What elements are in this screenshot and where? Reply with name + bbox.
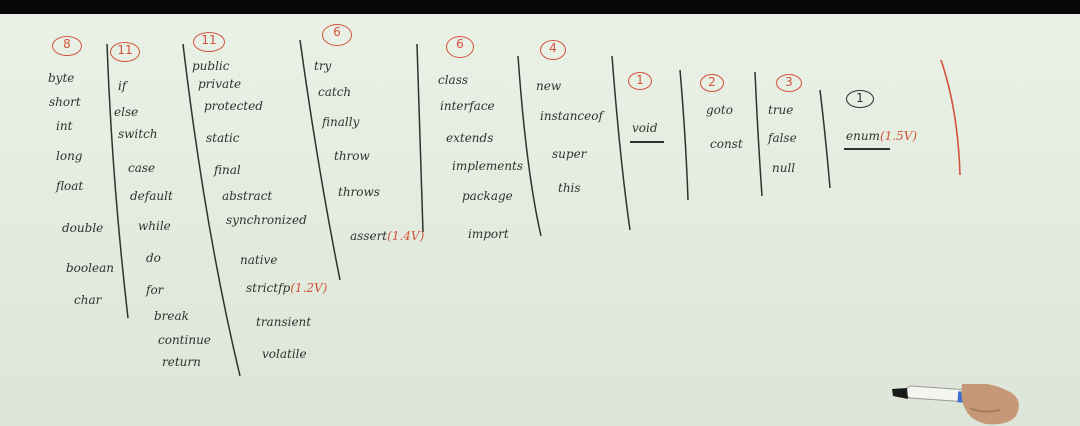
- keyword: volatile: [262, 347, 307, 361]
- keyword: private: [198, 77, 242, 91]
- keyword: if: [118, 79, 127, 93]
- keyword: catch: [318, 85, 352, 99]
- keyword: return: [162, 355, 201, 369]
- keyword: else: [114, 105, 139, 119]
- divider-7: [679, 69, 689, 201]
- keyword: import: [468, 227, 509, 241]
- keyword: instanceof: [540, 109, 603, 123]
- keyword: float: [56, 179, 84, 193]
- count-circle-3: 11: [193, 32, 225, 52]
- keyword: implements: [452, 159, 524, 173]
- keyword: assert: [350, 229, 388, 243]
- count-circle-8: 2: [700, 74, 724, 92]
- keyword: byte: [48, 71, 75, 85]
- keyword: native: [240, 253, 278, 267]
- keyword: double: [62, 221, 104, 235]
- keyword: extends: [446, 131, 494, 145]
- keyword: throws: [338, 185, 380, 199]
- count-circle-4: 6: [322, 24, 352, 46]
- keyword: case: [128, 161, 156, 175]
- keyword: new: [536, 79, 562, 93]
- marker-tip: [892, 388, 908, 399]
- keyword: void: [632, 121, 658, 135]
- keyword: false: [768, 131, 797, 145]
- keyword-with-note: assert(1.4V): [350, 230, 424, 242]
- version-note: (1.5V): [879, 129, 918, 143]
- underline: [844, 148, 890, 150]
- keyword: strictfp: [246, 281, 291, 295]
- keyword: interface: [440, 99, 495, 113]
- keyword: goto: [706, 103, 733, 117]
- version-note: (1.2V): [290, 281, 328, 295]
- divider-4: [416, 43, 424, 233]
- keyword: abstract: [222, 189, 273, 203]
- keyword: char: [74, 293, 102, 307]
- keyword: switch: [118, 127, 158, 141]
- keyword: true: [768, 103, 794, 117]
- divider-9: [819, 89, 831, 189]
- hand: [961, 384, 1019, 425]
- keyword: static: [206, 131, 240, 145]
- keyword: short: [49, 95, 81, 109]
- keyword: while: [138, 219, 171, 233]
- count-circle-9: 3: [776, 74, 802, 92]
- keyword: for: [146, 283, 164, 297]
- keyword: int: [56, 119, 73, 133]
- keyword: long: [56, 149, 83, 163]
- underline: [630, 141, 664, 143]
- count-circle-1: 8: [52, 36, 82, 56]
- keyword: throw: [334, 149, 370, 163]
- keyword: super: [552, 147, 587, 161]
- keyword: const: [710, 137, 743, 151]
- keyword: default: [130, 189, 173, 203]
- divider-8: [754, 71, 763, 197]
- keyword: public: [192, 59, 230, 73]
- keyword: continue: [158, 333, 211, 347]
- keyword-with-note: enum(1.5V): [846, 130, 917, 142]
- marker-pen-in-hand: [892, 384, 1019, 425]
- count-circle-6: 4: [540, 40, 566, 60]
- keyword: null: [772, 161, 796, 175]
- divider-2: [182, 43, 241, 377]
- whiteboard: 8 11 11 6 6 4 1 2 3 1 byte short int lon…: [0, 0, 1080, 426]
- keyword: class: [438, 73, 469, 87]
- count-circle-5: 6: [446, 36, 474, 58]
- keyword: package: [462, 189, 513, 203]
- keyword-with-note: strictfp(1.2V): [246, 282, 327, 294]
- keyword: transient: [256, 315, 312, 329]
- keyword: finally: [322, 115, 360, 129]
- keyword: break: [154, 309, 189, 323]
- keyword: protected: [204, 99, 263, 113]
- keyword: boolean: [66, 261, 114, 275]
- count-circle-7: 1: [628, 72, 652, 90]
- keyword: synchronized: [226, 213, 307, 227]
- count-circle-2: 11: [110, 42, 140, 62]
- keyword: do: [146, 251, 161, 265]
- keyword: enum: [846, 129, 880, 143]
- keyword: try: [314, 59, 332, 73]
- version-note: (1.4V): [387, 229, 425, 243]
- closing-bracket: [940, 59, 961, 176]
- keyword: this: [558, 181, 581, 195]
- keyword: final: [214, 163, 241, 177]
- count-circle-10: 1: [846, 90, 874, 108]
